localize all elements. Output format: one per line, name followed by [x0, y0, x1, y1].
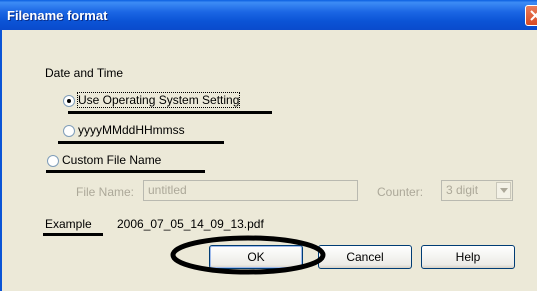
radio-custom[interactable]: [47, 155, 59, 167]
title-bar[interactable]: Filename format: [0, 0, 537, 30]
example-label: Example: [45, 217, 92, 231]
radio-os-setting[interactable]: [63, 95, 75, 107]
radio-selected-dot: [67, 99, 71, 103]
file-name-input[interactable]: untitled: [143, 180, 358, 201]
custom-file-name-label[interactable]: Custom File Name: [62, 153, 161, 167]
cancel-button[interactable]: Cancel: [318, 245, 412, 269]
counter-label: Counter:: [377, 185, 424, 199]
example-value: 2006_07_05_14_09_13.pdf: [117, 217, 264, 231]
annotation-ellipse: [170, 235, 326, 275]
radio-format[interactable]: [63, 125, 75, 137]
annotation-underline: [58, 141, 224, 144]
file-name-label: File Name:: [76, 185, 135, 199]
annotation-underline: [68, 111, 272, 114]
dialog-title: Filename format: [7, 8, 108, 23]
format-label[interactable]: yyyyMMddHHmmss: [78, 123, 185, 137]
close-icon: [530, 10, 537, 21]
counter-value: 3 digit: [446, 183, 479, 197]
counter-select[interactable]: 3 digit: [441, 180, 513, 201]
dialog-window: Filename format Date and Time Use Operat…: [0, 0, 537, 291]
window-frame: [0, 30, 2, 291]
annotation-underline: [43, 233, 103, 236]
date-time-heading: Date and Time: [45, 66, 124, 80]
os-setting-label[interactable]: Use Operating System Setting: [76, 92, 241, 108]
chevron-down-icon: [500, 188, 508, 193]
counter-dropdown-button[interactable]: [496, 182, 511, 199]
help-button[interactable]: Help: [421, 245, 515, 269]
annotation-underline: [46, 170, 205, 173]
close-button[interactable]: [525, 5, 537, 26]
